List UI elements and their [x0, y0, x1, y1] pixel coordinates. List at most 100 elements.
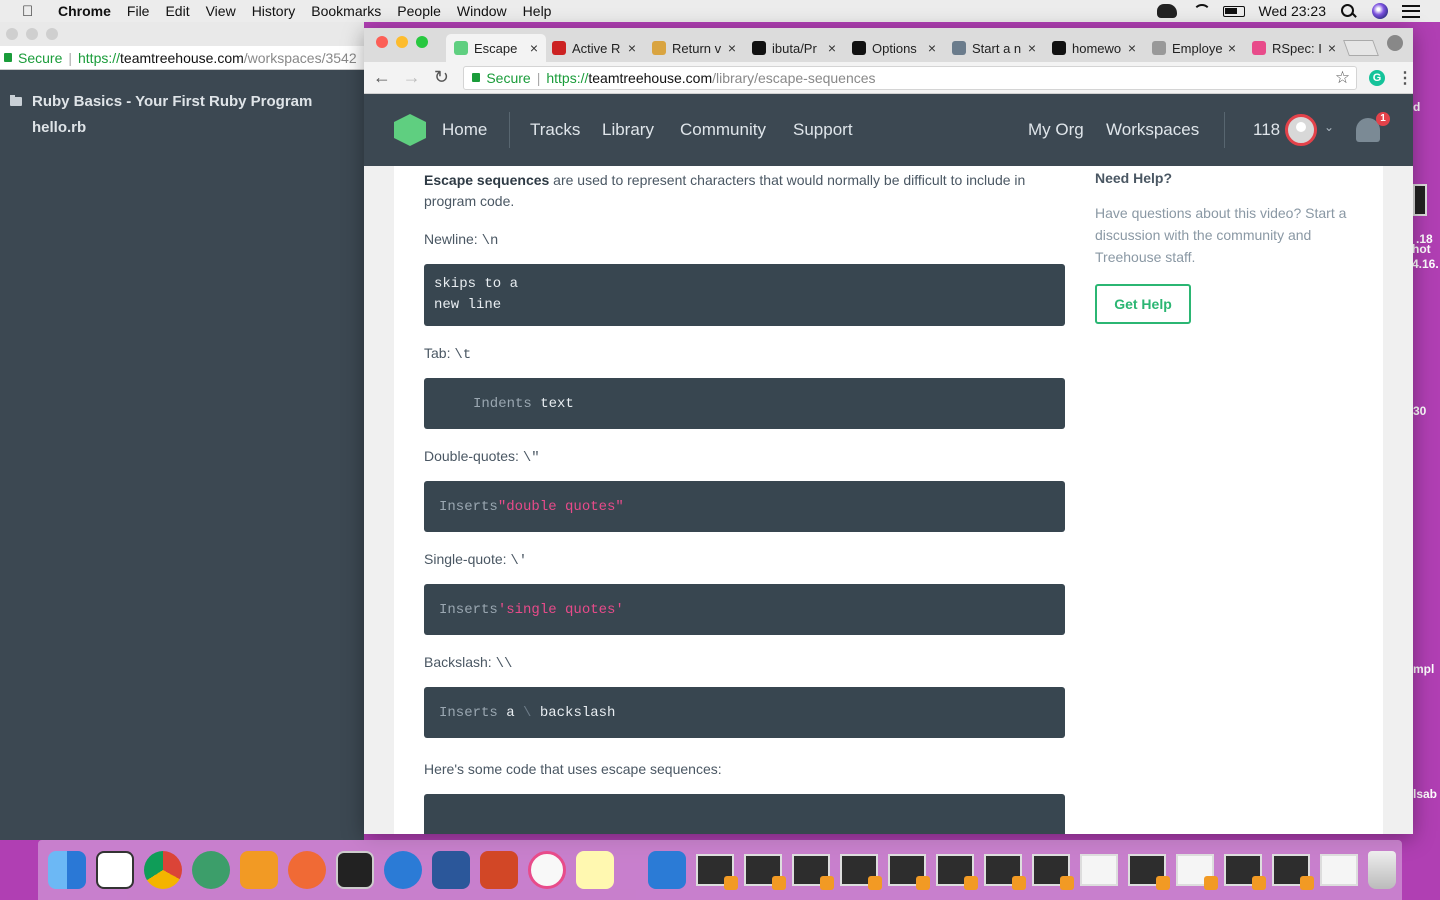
code-block-newline[interactable]: skips to a new line [424, 264, 1065, 326]
tab-close-icon[interactable]: × [1124, 40, 1140, 56]
file-row[interactable]: hello.rb [10, 114, 364, 140]
chrome-menu-icon[interactable]: ⋮ [1397, 68, 1413, 88]
profile-icon[interactable] [1387, 35, 1403, 51]
nav-workspaces[interactable]: Workspaces [1106, 120, 1199, 140]
workspace-address-bar[interactable]: Secure | https://teamtreehouse.com/works… [0, 46, 364, 70]
bookmark-star-icon[interactable]: ☆ [1335, 68, 1350, 88]
forward-arrow-icon[interactable]: → [400, 67, 424, 88]
apple-icon[interactable]:  [22, 3, 44, 20]
macdown-icon[interactable] [648, 851, 686, 889]
minimized-window[interactable] [792, 854, 834, 890]
minimized-window[interactable] [1128, 854, 1170, 890]
folder-row[interactable]: Ruby Basics - Your First Ruby Program [10, 88, 364, 114]
close-window-button[interactable] [376, 36, 388, 48]
markdown-icon[interactable] [384, 851, 422, 889]
word-icon[interactable] [432, 851, 470, 889]
zoom-window-button[interactable] [416, 36, 428, 48]
itunes-icon[interactable] [528, 851, 566, 889]
points-count[interactable]: 118 [1253, 120, 1280, 140]
menu-history[interactable]: History [252, 3, 296, 19]
postman-icon[interactable] [288, 851, 326, 889]
nav-tracks[interactable]: Tracks [530, 120, 580, 140]
zoom-dot[interactable] [46, 28, 58, 40]
chrome-icon[interactable] [144, 851, 182, 889]
minimized-window[interactable] [696, 854, 738, 890]
code-block-backslash[interactable]: Inserts a \ backslash [424, 687, 1065, 738]
minimized-window[interactable] [936, 854, 978, 890]
minimize-dot[interactable] [26, 28, 38, 40]
new-tab-button[interactable] [1343, 40, 1379, 56]
tab-close-icon[interactable]: × [824, 40, 840, 56]
back-arrow-icon[interactable]: ← [370, 67, 394, 88]
tab-close-icon[interactable]: × [526, 40, 542, 56]
tab-close-icon[interactable]: × [924, 40, 940, 56]
browser-tab[interactable]: Start a n × [944, 34, 1044, 62]
tab-close-icon[interactable]: × [1024, 40, 1040, 56]
browser-tab[interactable]: Active R × [544, 34, 644, 62]
tab-close-icon[interactable]: × [1324, 40, 1340, 56]
spotlight-search-icon[interactable] [1340, 4, 1358, 18]
notification-center-icon[interactable] [1402, 4, 1420, 18]
desktop-file-thumbnail[interactable] [1413, 184, 1427, 216]
close-dot[interactable] [6, 28, 18, 40]
minimized-window[interactable] [840, 854, 882, 890]
terminal-icon[interactable] [336, 851, 374, 889]
wifi-icon[interactable] [1191, 4, 1211, 18]
evernote-icon[interactable] [1156, 4, 1177, 18]
treehouse-logo-icon[interactable] [394, 114, 426, 146]
minimized-window[interactable] [1224, 854, 1266, 890]
code-block-single-quote[interactable]: Inserts 'single quotes' [424, 584, 1065, 635]
siri-icon[interactable] [1372, 3, 1388, 19]
minimized-window[interactable] [1320, 854, 1358, 886]
tab-close-icon[interactable]: × [624, 40, 640, 56]
get-help-button[interactable]: Get Help [1095, 284, 1191, 324]
tab-close-icon[interactable]: × [724, 40, 740, 56]
address-bar[interactable]: Secure | https://teamtreehouse.com/libra… [463, 65, 1358, 90]
minimized-window[interactable] [744, 854, 786, 890]
menu-people[interactable]: People [397, 3, 441, 19]
menu-edit[interactable]: Edit [165, 3, 189, 19]
browser-tab[interactable]: ibuta/Pr × [744, 34, 844, 62]
nav-home[interactable]: Home [442, 120, 487, 140]
avatar[interactable] [1285, 114, 1317, 146]
minimized-window[interactable] [1080, 854, 1118, 886]
browser-tab[interactable]: Employe × [1144, 34, 1244, 62]
browser-tab[interactable]: Options × [844, 34, 944, 62]
menubar-clock[interactable]: Wed 23:23 [1259, 3, 1326, 19]
menu-view[interactable]: View [206, 3, 236, 19]
notes-icon[interactable] [576, 851, 614, 889]
powerpoint-icon[interactable] [480, 851, 518, 889]
browser-tab[interactable]: Return v × [644, 34, 744, 62]
nav-community[interactable]: Community [680, 120, 766, 140]
sublime-text-icon[interactable] [240, 851, 278, 889]
menu-app-chrome[interactable]: Chrome [58, 3, 111, 19]
atom-icon[interactable] [192, 851, 230, 889]
nav-my-org[interactable]: My Org [1028, 120, 1084, 140]
nav-support[interactable]: Support [793, 120, 853, 140]
menu-window[interactable]: Window [457, 3, 507, 19]
grammarly-icon[interactable]: G [1369, 69, 1386, 86]
menu-bookmarks[interactable]: Bookmarks [311, 3, 381, 19]
code-block-double-quotes[interactable]: Inserts "double quotes" [424, 481, 1065, 532]
tab-close-icon[interactable]: × [1224, 40, 1240, 56]
browser-tab[interactable]: RSpec: I × [1244, 34, 1344, 62]
finder-icon[interactable] [48, 851, 86, 889]
browser-tab[interactable]: Escape × [446, 34, 546, 62]
code-block-example[interactable] [424, 794, 1065, 834]
chevron-down-icon[interactable]: ⌄ [1324, 120, 1334, 134]
minimized-window[interactable] [1032, 854, 1074, 890]
minimized-window[interactable] [888, 854, 930, 890]
minimized-window[interactable] [1176, 854, 1218, 890]
battery-icon[interactable] [1222, 5, 1245, 17]
nav-library[interactable]: Library [602, 120, 654, 140]
minimize-window-button[interactable] [396, 36, 408, 48]
trash-icon[interactable] [1368, 851, 1396, 889]
minimized-window[interactable] [1272, 854, 1314, 890]
reload-icon[interactable]: ↻ [430, 67, 454, 88]
minimized-window[interactable] [984, 854, 1026, 890]
slack-icon[interactable] [96, 851, 134, 889]
browser-tab[interactable]: homewo × [1044, 34, 1144, 62]
menu-file[interactable]: File [127, 3, 150, 19]
code-block-tab[interactable]: Indents text [424, 378, 1065, 429]
menu-help[interactable]: Help [523, 3, 552, 19]
